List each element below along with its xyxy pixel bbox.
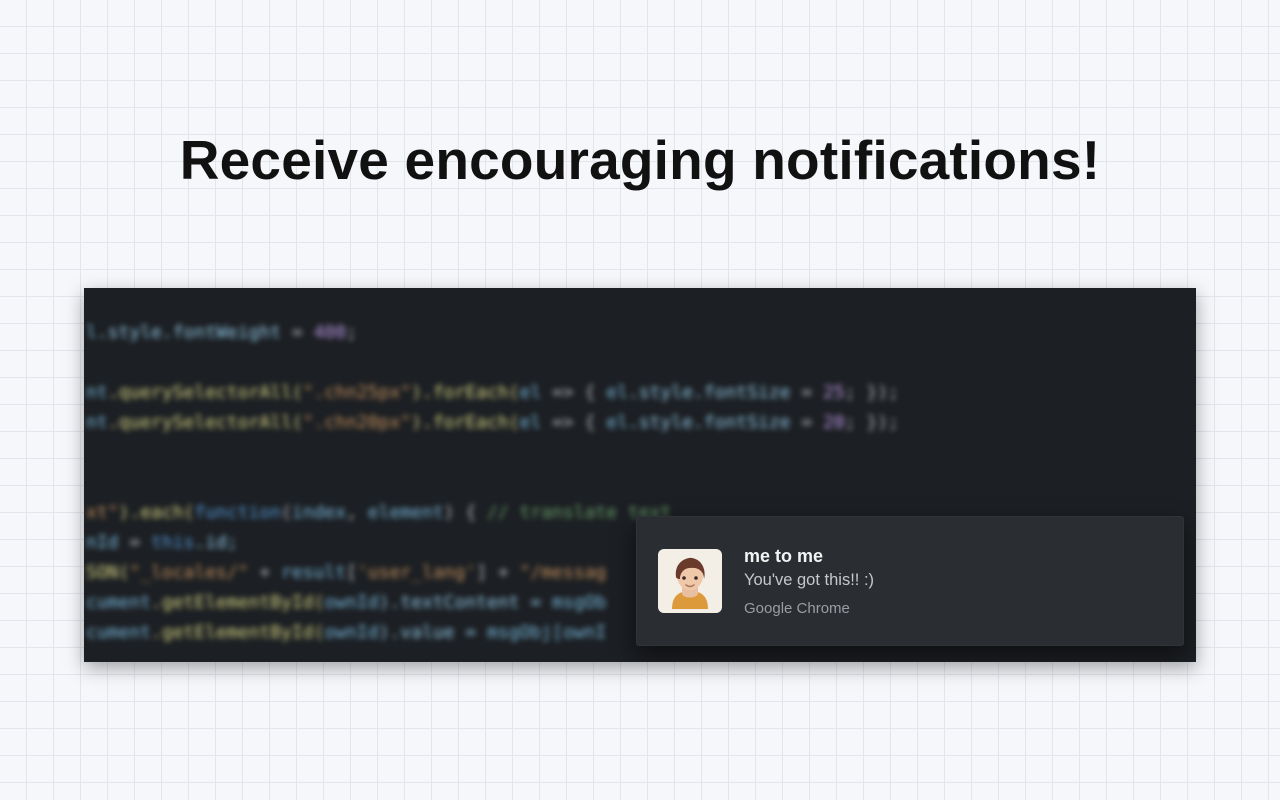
code-token: ownId [324,592,378,613]
code-token: ; }); [845,412,899,433]
code-token: el [606,382,628,403]
code-token: => { [541,412,606,433]
notification-avatar-icon [658,549,722,613]
code-token: nt [86,382,108,403]
code-token: = [790,412,823,433]
code-token: el [520,382,542,403]
code-token: nId [86,532,119,553]
code-token: cument [86,592,151,613]
code-token: el [520,412,542,433]
code-token: 20 [823,412,845,433]
code-token: ( [281,502,292,523]
notification-text: me to me You've got this!! :) Google Chr… [744,546,874,617]
code-token: ] + [476,562,519,583]
code-token: ; }); [845,382,899,403]
code-token: cument [86,622,151,643]
code-token: msgOb [552,592,606,613]
code-editor-screenshot: l.style.fontWeight = 400; nt.querySelect… [84,288,1196,662]
code-token: 'user_lang' [357,562,476,583]
code-token: xt" [86,502,119,523]
notification-title: me to me [744,546,874,567]
code-token: .getElementById( [151,622,324,643]
code-token: 25 [823,382,845,403]
code-token: ).textContent = [379,592,552,613]
code-token: index [292,502,346,523]
code-token: .getElementById( [151,592,324,613]
code-token: ).forEach( [411,382,519,403]
code-token: l [86,322,97,343]
code-token: .style.fontWeight [97,322,281,343]
code-token: result [281,562,346,583]
code-token: .id; [194,532,237,553]
chrome-notification-toast[interactable]: me to me You've got this!! :) Google Chr… [636,516,1184,646]
notification-source: Google Chrome [744,600,874,617]
code-token: + [249,562,282,583]
code-token: ).value = [379,622,487,643]
code-token: SON( [86,562,129,583]
code-token: ).each( [119,502,195,523]
code-token: ).forEach( [411,412,519,433]
code-token: .style.fontSize [628,382,791,403]
notification-body: You've got this!! :) [744,571,874,590]
code-token: ownId [324,622,378,643]
code-token: .style.fontSize [628,412,791,433]
code-token: ".chn25px" [303,382,411,403]
code-token: .querySelectorAll( [108,382,303,403]
code-token: this [151,532,194,553]
code-token: ) { [444,502,487,523]
code-token: = [790,382,823,403]
code-token: = [119,532,152,553]
code-token: .querySelectorAll( [108,412,303,433]
code-token: = [281,322,314,343]
code-token: function [194,502,281,523]
code-token: el [606,412,628,433]
code-token: "_locales/" [129,562,248,583]
code-token: => { [541,382,606,403]
code-token: "/messag [520,562,607,583]
promo-headline: Receive encouraging notifications! [0,128,1280,192]
code-token: nt [86,412,108,433]
code-token: element [368,502,444,523]
code-token: 400 [314,322,347,343]
code-token: ; [346,322,357,343]
code-token: , [346,502,368,523]
code-token: ".chn20px" [303,412,411,433]
code-token: msgObj[ownI [487,622,606,643]
code-token: [ [346,562,357,583]
